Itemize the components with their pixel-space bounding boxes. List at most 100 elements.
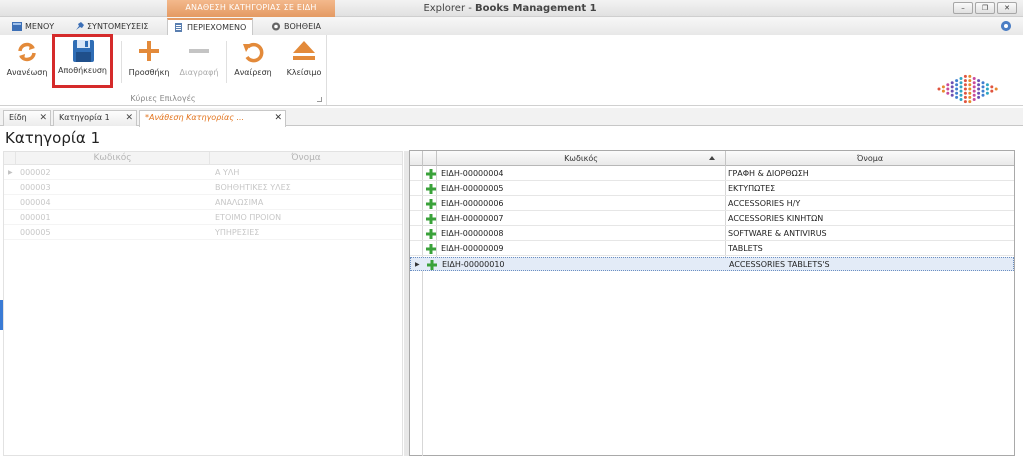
add-row-icon[interactable] <box>426 169 436 179</box>
title-bar: ΑΝΑΘΕΣΗ ΚΑΤΗΓΟΡΙΑΣ ΣΕ ΕΙΔΗ Explorer - Bo… <box>0 0 1023 17</box>
delete-label: Διαγραφή <box>179 68 219 77</box>
add-button[interactable]: Προσθήκη <box>125 37 173 87</box>
table-row[interactable]: ▶ ΕΙΔΗ-00000010 ACCESSORIES TABLETS'S <box>410 257 1014 271</box>
tab-menu[interactable]: ΜΕΝΟΥ <box>6 18 60 35</box>
close-label: Κλείσιμο <box>286 68 322 77</box>
sort-ascending-icon <box>709 156 715 160</box>
cell-code: ΕΙΔΗ-00000009 <box>441 244 504 253</box>
cell-name: SOFTWARE & ANTIVIRUS <box>728 229 827 238</box>
cell-name: ΓΡΑΦΗ & ΔΙΟΡΘΩΣΗ <box>728 169 809 178</box>
brand-logo <box>937 74 998 104</box>
table-row[interactable]: 000005 ΥΠΗΡΕΣΙΕΣ <box>4 226 402 240</box>
close-tab-icon[interactable]: ✕ <box>274 111 282 125</box>
undo-label: Αναίρεση <box>234 68 272 77</box>
table-row[interactable]: ΕΙΔΗ-00000009 TABLETS <box>410 242 1014 256</box>
tab-shortcuts[interactable]: ΣΥΝΤΟΜΕΥΣΕΙΣ <box>68 18 154 35</box>
cell-name: Α ΥΛΗ <box>215 168 240 177</box>
close-window-button[interactable]: ✕ <box>997 2 1017 14</box>
table-row[interactable]: 000001 ΕΤΟΙΜΟ ΠΡΟΙΟΝ <box>4 211 402 225</box>
table-row[interactable]: ΕΙΔΗ-00000007 ACCESSORIES ΚΙΝΗΤΩΝ <box>410 212 1014 226</box>
assigned-items-grid: Κωδικός Όνομα ΕΙΔΗ-00000004 ΓΡΑΦΗ & ΔΙΟΡΘ… <box>409 150 1015 456</box>
cell-name: ACCESSORIES TABLETS'S <box>729 260 830 269</box>
undo-icon <box>243 42 264 63</box>
ribbon: Ανανέωση Αποθήκευση Προσθήκη Διαγραφή Αν… <box>0 34 1023 106</box>
close-button[interactable]: Κλείσιμο <box>281 37 327 87</box>
refresh-button[interactable]: Ανανέωση <box>5 37 49 87</box>
add-row-icon[interactable] <box>426 229 436 239</box>
cell-code: ΕΙΔΗ-00000010 <box>442 260 505 269</box>
save-label: Αποθήκευση <box>58 66 107 75</box>
ribbon-separator <box>121 41 122 83</box>
cell-name: ΒΟΗΘΗΤΙΚΕΣ ΥΛΕΣ <box>215 183 291 192</box>
page-title: Κατηγορία 1 <box>5 129 101 147</box>
column-header-name[interactable]: Όνομα <box>726 151 1014 166</box>
grid-header: Κωδικός Όνομα <box>410 151 1014 166</box>
cell-code: ΕΙΔΗ-00000004 <box>441 169 504 178</box>
cell-code: ΕΙΔΗ-00000005 <box>441 184 504 193</box>
table-row[interactable]: ΕΙΔΗ-00000006 ACCESSORIES Η/Υ <box>410 197 1014 211</box>
table-row[interactable]: ΕΙΔΗ-00000004 ΓΡΑΦΗ & ΔΙΟΡΘΩΣΗ <box>410 167 1014 181</box>
column-header-name[interactable]: Όνομα <box>210 152 402 165</box>
tab-menu-label: ΜΕΝΟΥ <box>25 21 55 31</box>
add-row-icon[interactable] <box>427 260 437 270</box>
window-title: Explorer - Books Management 1 <box>380 0 640 17</box>
add-row-icon[interactable] <box>426 199 436 209</box>
tab-help-label: ΒΟΗΘΕΙΑ <box>284 21 321 31</box>
row-indicator-icon: ▶ <box>415 261 420 268</box>
restore-button[interactable]: ❐ <box>975 2 995 14</box>
cell-name: ΕΤΟΙΜΟ ΠΡΟΙΟΝ <box>215 213 282 222</box>
ribbon-separator <box>226 41 227 83</box>
table-row[interactable]: ▶ 000002 Α ΥΛΗ <box>4 166 402 180</box>
tab-content-label: ΠΕΡΙΕΧΟΜΕΝΟ <box>187 22 247 32</box>
refresh-icon <box>18 42 36 62</box>
table-row[interactable]: 000004 ΑΝΑΛΩΣΙΜΑ <box>4 196 402 210</box>
tab-help[interactable]: ΒΟΗΘΕΙΑ <box>265 18 327 35</box>
settings-icon[interactable] <box>1001 21 1011 31</box>
tab-content[interactable]: ΠΕΡΙΕΧΟΜΕΝΟ <box>167 18 254 35</box>
cell-code: 000002 <box>20 168 51 177</box>
plus-icon <box>139 41 159 61</box>
ribbon-tab-strip: ΜΕΝΟΥ ΣΥΝΤΟΜΕΥΣΕΙΣ ΠΕΡΙΕΧΟΜΕΝΟ ΒΟΗΘΕΙΑ <box>0 17 1023 35</box>
add-row-icon[interactable] <box>426 214 436 224</box>
window-controls: – ❐ ✕ <box>953 2 1017 14</box>
table-row[interactable]: ΕΙΔΗ-00000008 SOFTWARE & ANTIVIRUS <box>410 227 1014 241</box>
doc-tab-items-label: Είδη <box>9 113 27 122</box>
table-row[interactable]: ΕΙΔΗ-00000005 ΕΚΤΥΠΩΤΕΣ <box>410 182 1014 196</box>
undo-button[interactable]: Αναίρεση <box>230 37 276 87</box>
grid-header: Κωδικός Όνομα <box>4 152 402 165</box>
eject-icon <box>293 41 315 60</box>
doc-tab-items[interactable]: Είδη ✕ <box>3 110 51 126</box>
table-row[interactable]: 000003 ΒΟΗΘΗΤΙΚΕΣ ΥΛΕΣ <box>4 181 402 195</box>
column-header-code[interactable]: Κωδικός <box>16 152 210 165</box>
close-tab-icon[interactable]: ✕ <box>39 111 47 125</box>
column-header-code[interactable]: Κωδικός <box>437 151 726 166</box>
refresh-label: Ανανέωση <box>6 68 48 77</box>
cell-name: ΑΝΑΛΩΣΙΜΑ <box>215 198 264 207</box>
save-icon <box>73 40 94 62</box>
save-button[interactable]: Αποθήκευση <box>52 34 113 88</box>
main-options-group: Ανανέωση Αποθήκευση Προσθήκη Διαγραφή Αν… <box>3 34 327 105</box>
side-panel-handle[interactable] <box>0 300 3 330</box>
group-expand-icon[interactable] <box>317 97 322 102</box>
doc-tab-category[interactable]: Κατηγορία 1 ✕ <box>53 110 137 126</box>
doc-tab-assign-category[interactable]: *Ανάθεση Κατηγορίας ... ✕ <box>139 110 286 127</box>
cell-name: ΕΚΤΥΠΩΤΕΣ <box>728 184 776 193</box>
cell-code: 000004 <box>20 198 51 207</box>
available-categories-grid: Κωδικός Όνομα ▶ 000002 Α ΥΛΗ 000003 ΒΟΗΘΗΤΙΚ… <box>3 151 403 456</box>
add-row-icon[interactable] <box>426 244 436 254</box>
close-tab-icon[interactable]: ✕ <box>125 111 133 125</box>
cell-code: ΕΙΔΗ-00000007 <box>441 214 504 223</box>
doc-tab-category-label: Κατηγορία 1 <box>59 113 110 122</box>
cell-name: TABLETS <box>728 244 763 253</box>
minimize-button[interactable]: – <box>953 2 973 14</box>
delete-button[interactable]: Διαγραφή <box>176 37 222 87</box>
row-indicator-icon: ▶ <box>8 169 13 176</box>
doc-tab-assign-label: *Ανάθεση Κατηγορίας ... <box>145 113 245 122</box>
document-tabs: Είδη ✕ Κατηγορία 1 ✕ *Ανάθεση Κατηγορίας… <box>0 108 1023 127</box>
window-title-prefix: Explorer - <box>423 3 476 14</box>
minus-icon <box>189 49 209 53</box>
add-row-icon[interactable] <box>426 184 436 194</box>
cell-name: ACCESSORIES ΚΙΝΗΤΩΝ <box>728 214 824 223</box>
cell-name: ΥΠΗΡΕΣΙΕΣ <box>215 228 260 237</box>
tab-shortcuts-label: ΣΥΝΤΟΜΕΥΣΕΙΣ <box>87 21 149 31</box>
